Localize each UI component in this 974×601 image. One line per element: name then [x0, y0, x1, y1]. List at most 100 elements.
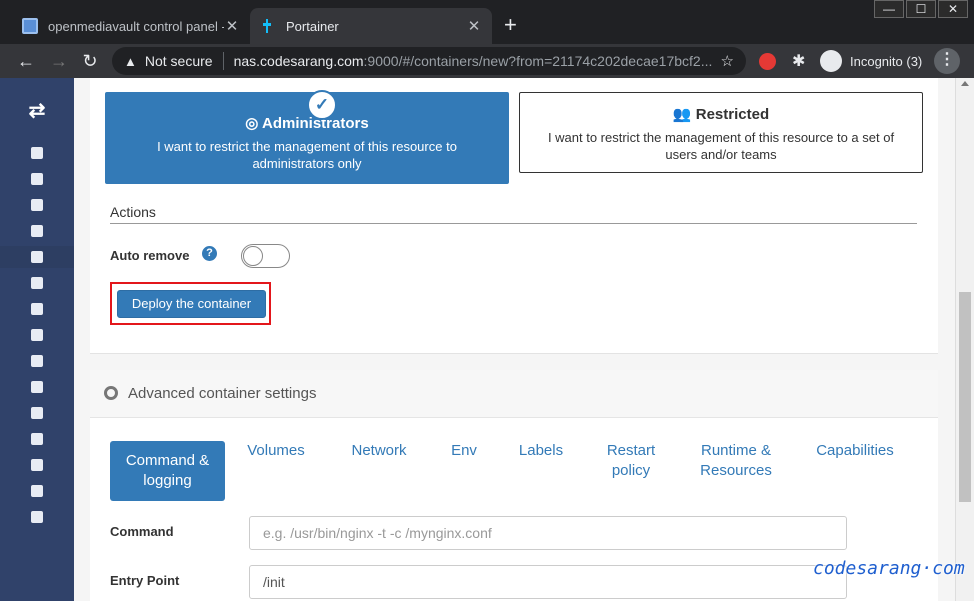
sidebar-item[interactable]	[0, 480, 74, 502]
command-input[interactable]: e.g. /usr/bin/nginx -t -c /mynginx.conf	[249, 516, 847, 550]
close-icon[interactable]: ✕	[224, 17, 240, 35]
browser-tab-portainer[interactable]: Portainer ✕	[250, 8, 492, 44]
restricted-option[interactable]: 👥 Restricted I want to restrict the mana…	[519, 92, 923, 173]
tab-runtime-resources[interactable]: Runtime & Resources	[695, 441, 777, 501]
omv-icon	[22, 18, 38, 34]
stacks-icon	[31, 225, 43, 237]
browser-toolbar: ← → ↻ ▲ Not secure nas.codesarang.com :9…	[0, 44, 974, 78]
sidebar-item[interactable]	[0, 428, 74, 450]
tab-command-logging[interactable]: Command & logging	[110, 441, 225, 501]
browser-tab-bar: openmediavault control panel - c ✕ Porta…	[0, 0, 974, 44]
app-templates-icon	[31, 199, 43, 211]
host-icon	[31, 381, 43, 393]
check-icon: ✓	[307, 90, 337, 120]
back-button[interactable]: ←	[13, 48, 39, 74]
help-icon[interactable]: ?	[202, 246, 217, 261]
sidebar-item[interactable]	[0, 298, 74, 320]
tab-restart-policy[interactable]: Restart policy	[600, 441, 662, 501]
dashboard-icon	[31, 173, 43, 185]
close-window-button[interactable]: ✕	[938, 0, 968, 18]
new-tab-button[interactable]: +	[504, 13, 517, 37]
main-content: ✓ ◎ Administrators I want to restrict th…	[74, 78, 955, 601]
advanced-settings-title: Advanced container settings	[128, 385, 317, 402]
deploy-container-button[interactable]: Deploy the container	[117, 290, 266, 318]
registries-icon	[31, 485, 43, 497]
tab-title: Portainer	[286, 18, 339, 34]
eye-slash-icon: ◎	[245, 115, 262, 132]
containers-icon	[31, 251, 43, 263]
scrollbar-thumb[interactable]	[959, 292, 971, 502]
auto-remove-toggle[interactable]	[241, 244, 290, 268]
scroll-up-icon[interactable]	[961, 81, 969, 86]
tab-volumes[interactable]: Volumes	[241, 441, 311, 501]
sidebar-item[interactable]	[0, 350, 74, 372]
tab-network[interactable]: Network	[343, 441, 415, 501]
sidebar-item[interactable]	[0, 324, 74, 346]
watermark: codesarang·com	[813, 558, 965, 579]
reload-button[interactable]: ↻	[77, 48, 103, 74]
portainer-icon	[263, 19, 271, 33]
sidebar-item[interactable]	[0, 142, 74, 164]
puzzle-icon[interactable]: ✱	[792, 51, 805, 71]
extension-stop-icon[interactable]	[759, 53, 776, 70]
maximize-button[interactable]: ☐	[906, 0, 936, 18]
window-controls: — ☐ ✕	[872, 0, 968, 18]
tab-title: openmediavault control panel - c	[48, 18, 224, 34]
incognito-label: Incognito (3)	[850, 53, 923, 69]
networks-icon	[31, 303, 43, 315]
portainer-logo-icon[interactable]: ⇄	[0, 98, 74, 123]
sidebar: ⇄	[0, 78, 74, 601]
sidebar-item[interactable]	[0, 454, 74, 476]
restricted-title: Restricted	[695, 106, 770, 123]
sidebar-item[interactable]	[0, 168, 74, 190]
settings-icon	[31, 511, 43, 523]
cog-icon	[104, 386, 118, 400]
access-control-panel: ✓ ◎ Administrators I want to restrict th…	[90, 78, 938, 354]
actions-heading: Actions	[110, 204, 156, 220]
url-host: nas.codesarang.com	[233, 53, 364, 69]
home-icon	[31, 147, 43, 159]
sidebar-item[interactable]	[0, 272, 74, 294]
sidebar-item[interactable]	[0, 220, 74, 242]
administrators-option[interactable]: ✓ ◎ Administrators I want to restrict th…	[105, 90, 509, 184]
toggle-knob	[243, 246, 263, 266]
divider	[222, 52, 224, 70]
sidebar-item[interactable]	[0, 376, 74, 398]
sidebar-item[interactable]	[0, 194, 74, 216]
restricted-description: I want to restrict the management of thi…	[547, 130, 895, 162]
images-icon	[31, 277, 43, 289]
volumes-icon	[31, 329, 43, 341]
entrypoint-label: Entry Point	[110, 573, 180, 588]
sidebar-item[interactable]	[0, 506, 74, 528]
administrators-description: I want to restrict the management of thi…	[157, 139, 457, 171]
sidebar-item[interactable]	[0, 402, 74, 424]
browser-tab-omv[interactable]: openmediavault control panel - c ✕	[12, 8, 250, 44]
users-icon: 👥	[672, 106, 696, 123]
events-icon	[31, 355, 43, 367]
tab-capabilities[interactable]: Capabilities	[810, 441, 900, 501]
command-label: Command	[110, 524, 174, 539]
users-icon	[31, 433, 43, 445]
kebab-menu-icon[interactable]: ⋮	[934, 48, 960, 74]
highlight-box: Deploy the container	[110, 282, 271, 325]
auto-remove-label: Auto remove	[110, 248, 190, 263]
incognito-icon	[820, 50, 842, 72]
close-icon[interactable]: ✕	[466, 17, 482, 35]
portainer-app: ⇄ ✓ ◎ Administrators I want to restrict …	[0, 78, 974, 601]
tab-labels[interactable]: Labels	[514, 441, 568, 501]
tab-env[interactable]: Env	[447, 441, 481, 501]
entrypoint-input[interactable]: /init	[249, 565, 847, 599]
endpoints-icon	[31, 459, 43, 471]
minimize-button[interactable]: —	[874, 0, 904, 18]
star-icon[interactable]: ☆	[721, 52, 734, 70]
address-bar[interactable]: ▲ Not secure nas.codesarang.com :9000/#/…	[112, 47, 746, 75]
scrollbar[interactable]	[955, 78, 974, 601]
incognito-indicator[interactable]: Incognito (3)	[820, 48, 922, 74]
security-label[interactable]: Not secure	[145, 53, 213, 69]
advanced-settings-panel: Advanced container settings Command & lo…	[90, 370, 938, 601]
extensions-icon	[31, 407, 43, 419]
forward-button[interactable]: →	[46, 48, 72, 74]
url-path: :9000/#/containers/new?from=21174c202dec…	[363, 53, 713, 69]
sidebar-item[interactable]	[0, 246, 74, 268]
warning-icon: ▲	[124, 53, 137, 69]
